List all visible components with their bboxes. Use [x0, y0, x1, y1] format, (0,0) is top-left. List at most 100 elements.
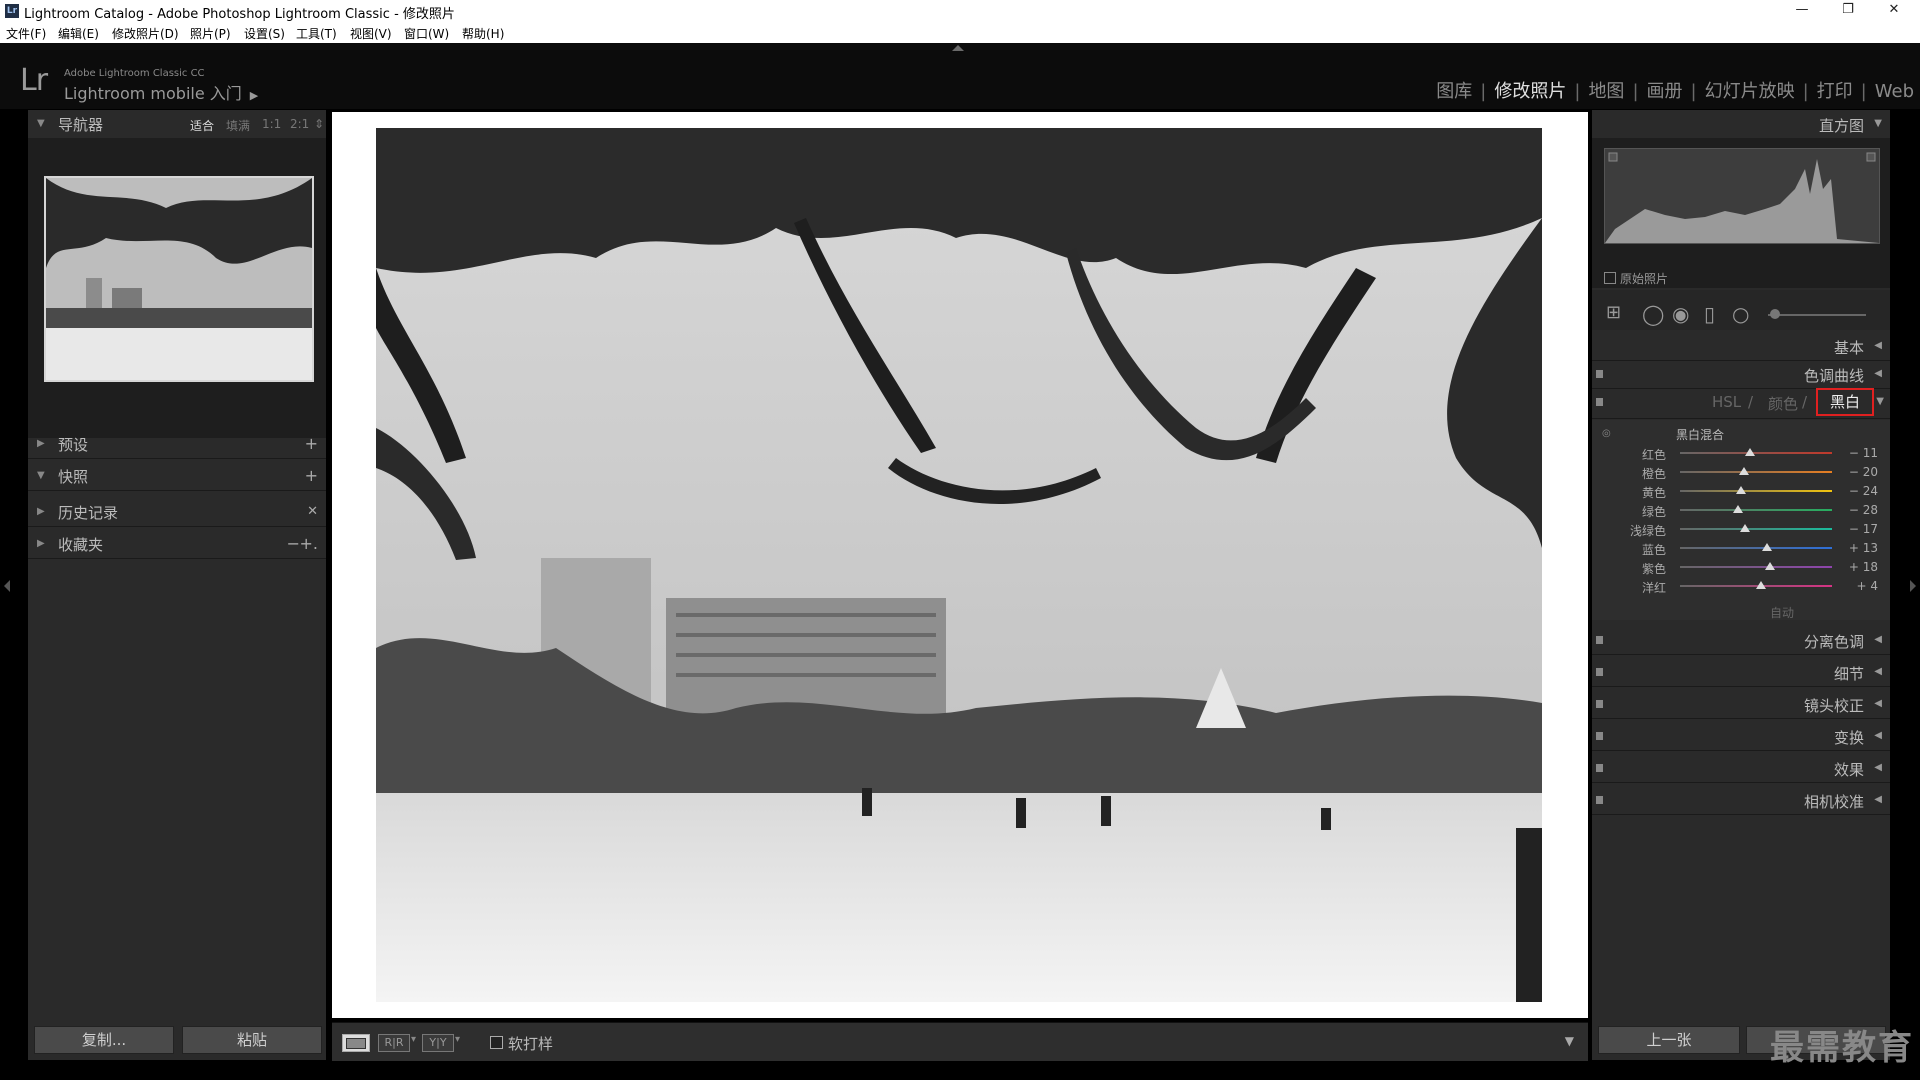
panel-switch-icon[interactable]	[1596, 700, 1603, 708]
bw-slider-row[interactable]: 绿色 − 28	[1592, 501, 1890, 520]
bw-slider-row[interactable]: 蓝色 + 13	[1592, 539, 1890, 558]
camera-calibration-header[interactable]: 相机校准 ◀	[1592, 786, 1890, 815]
bw-slider-track[interactable]	[1680, 448, 1832, 456]
collapse-top-icon[interactable]	[952, 45, 964, 51]
lens-corrections-header[interactable]: 镜头校正 ◀	[1592, 690, 1890, 719]
target-adjustment-icon[interactable]: ◎	[1602, 428, 1611, 439]
split-toning-header[interactable]: 分离色调 ◀	[1592, 626, 1890, 655]
bw-slider-value[interactable]: − 20	[1849, 465, 1878, 479]
panel-switch-icon[interactable]	[1596, 668, 1603, 676]
bw-slider-value[interactable]: + 13	[1849, 541, 1878, 555]
tab-color[interactable]: 颜色	[1768, 393, 1798, 414]
panel-switch-icon[interactable]	[1596, 732, 1603, 740]
bw-slider-thumb[interactable]	[1755, 581, 1766, 589]
close-button[interactable]: ✕	[1872, 0, 1916, 22]
bw-slider-thumb[interactable]	[1738, 467, 1749, 475]
detail-header[interactable]: 细节 ◀	[1592, 658, 1890, 687]
menu-edit[interactable]: 编辑(E)	[58, 25, 99, 42]
toolbar-menu-icon[interactable]: ▼	[1565, 1034, 1574, 1048]
auto-button[interactable]: 自动	[1770, 604, 1794, 621]
module-print[interactable]: 打印	[1817, 81, 1853, 102]
collapse-right-icon[interactable]	[1910, 580, 1916, 592]
bw-slider-track[interactable]	[1680, 562, 1832, 570]
zoom-1-1[interactable]: 1:1	[262, 117, 281, 131]
bw-slider-value[interactable]: + 4	[1856, 579, 1878, 593]
add-collection-icon[interactable]: +.	[300, 534, 319, 553]
menu-develop[interactable]: 修改照片(D)	[112, 25, 179, 42]
bw-slider-thumb[interactable]	[1764, 562, 1775, 570]
spot-removal-icon[interactable]: ◯	[1642, 302, 1664, 326]
before-after-tb-button[interactable]: Y|Y	[422, 1034, 454, 1052]
bw-slider-row[interactable]: 浅绿色 − 17	[1592, 520, 1890, 539]
bw-slider-row[interactable]: 洋红 + 4	[1592, 577, 1890, 596]
snapshots-header[interactable]: ▼ 快照 +	[28, 462, 326, 491]
soft-proof-checkbox[interactable]	[490, 1036, 503, 1049]
main-photo[interactable]	[376, 128, 1542, 1002]
before-after-dropdown-icon[interactable]: ▾	[411, 1034, 416, 1045]
add-snapshot-icon[interactable]: +	[305, 466, 318, 485]
bw-slider-value[interactable]: + 18	[1849, 560, 1878, 574]
bw-slider-row[interactable]: 黄色 − 24	[1592, 482, 1890, 501]
bw-slider-thumb[interactable]	[1735, 486, 1746, 494]
panel-switch-icon[interactable]	[1596, 370, 1603, 378]
module-web[interactable]: Web	[1875, 81, 1914, 102]
module-book[interactable]: 画册	[1647, 81, 1683, 102]
menu-view[interactable]: 视图(V)	[350, 25, 392, 42]
before-after-lr-button[interactable]: R|R	[378, 1034, 410, 1052]
zoom-fit[interactable]: 适合	[190, 117, 214, 134]
clear-history-icon[interactable]: ✕	[307, 504, 318, 519]
crop-tool-icon[interactable]: ⊞	[1606, 302, 1621, 323]
navigator-preview[interactable]	[44, 176, 314, 382]
module-develop[interactable]: 修改照片	[1494, 81, 1566, 102]
history-header[interactable]: ▶ 历史记录 ✕	[28, 498, 326, 527]
zoom-2-1[interactable]: 2:1	[290, 117, 309, 131]
histogram-header[interactable]: 直方图 ▼	[1592, 110, 1890, 138]
tone-curve-header[interactable]: 色调曲线 ◀	[1592, 360, 1890, 389]
navigator-header[interactable]: ▼ 导航器 适合 填满 1:1 2:1 ⇕	[28, 110, 326, 139]
original-photo-checkbox[interactable]	[1604, 272, 1616, 284]
panel-switch-icon[interactable]	[1596, 796, 1603, 804]
copy-button[interactable]: 复制...	[34, 1026, 174, 1054]
collapse-left-icon[interactable]	[4, 580, 10, 592]
bw-slider-value[interactable]: − 28	[1849, 503, 1878, 517]
panel-switch-icon[interactable]	[1596, 398, 1603, 406]
collections-header[interactable]: ▶ 收藏夹 − +.	[28, 530, 326, 559]
menu-tools[interactable]: 工具(T)	[296, 25, 337, 42]
module-map[interactable]: 地图	[1588, 81, 1624, 102]
bw-slider-row[interactable]: 红色 − 11	[1592, 444, 1890, 463]
minimize-button[interactable]: —	[1780, 0, 1824, 22]
zoom-fill[interactable]: 填满	[226, 117, 250, 134]
remove-collection-icon[interactable]: −	[287, 534, 300, 553]
bw-slider-row[interactable]: 橙色 − 20	[1592, 463, 1890, 482]
previous-button[interactable]: 上一张	[1598, 1026, 1740, 1054]
tab-hsl[interactable]: HSL	[1712, 393, 1741, 411]
maximize-button[interactable]: ❐	[1826, 0, 1870, 22]
adjustment-brush-slider[interactable]	[1768, 309, 1866, 319]
bw-slider-track[interactable]	[1680, 505, 1832, 513]
mobile-get-started[interactable]: Lightroom mobile 入门 ▶	[64, 80, 258, 104]
bw-slider-track[interactable]	[1680, 486, 1832, 494]
add-preset-icon[interactable]: +	[305, 434, 318, 453]
menu-photo[interactable]: 照片(P)	[190, 25, 231, 42]
bw-slider-value[interactable]: − 24	[1849, 484, 1878, 498]
menu-help[interactable]: 帮助(H)	[462, 25, 504, 42]
before-after-dropdown-icon[interactable]: ▾	[455, 1034, 460, 1045]
tab-bw[interactable]: 黑白	[1816, 388, 1874, 416]
transform-header[interactable]: 变换 ◀	[1592, 722, 1890, 751]
bw-slider-thumb[interactable]	[1732, 505, 1743, 513]
menu-window[interactable]: 窗口(W)	[404, 25, 449, 42]
effects-header[interactable]: 效果 ◀	[1592, 754, 1890, 783]
module-library[interactable]: 图库	[1436, 81, 1472, 102]
bw-slider-track[interactable]	[1680, 524, 1832, 532]
bw-slider-value[interactable]: − 17	[1849, 522, 1878, 536]
bw-slider-track[interactable]	[1680, 543, 1832, 551]
loupe-view-button[interactable]	[342, 1034, 370, 1052]
paste-button[interactable]: 粘贴	[182, 1026, 322, 1054]
red-eye-icon[interactable]: ◉	[1672, 302, 1689, 326]
menu-file[interactable]: 文件(F)	[6, 25, 46, 42]
bw-slider-value[interactable]: − 11	[1849, 446, 1878, 460]
panel-switch-icon[interactable]	[1596, 636, 1603, 644]
bw-slider-thumb[interactable]	[1740, 524, 1751, 532]
graduated-filter-icon[interactable]: ▯	[1704, 302, 1715, 326]
module-slideshow[interactable]: 幻灯片放映	[1705, 81, 1795, 102]
